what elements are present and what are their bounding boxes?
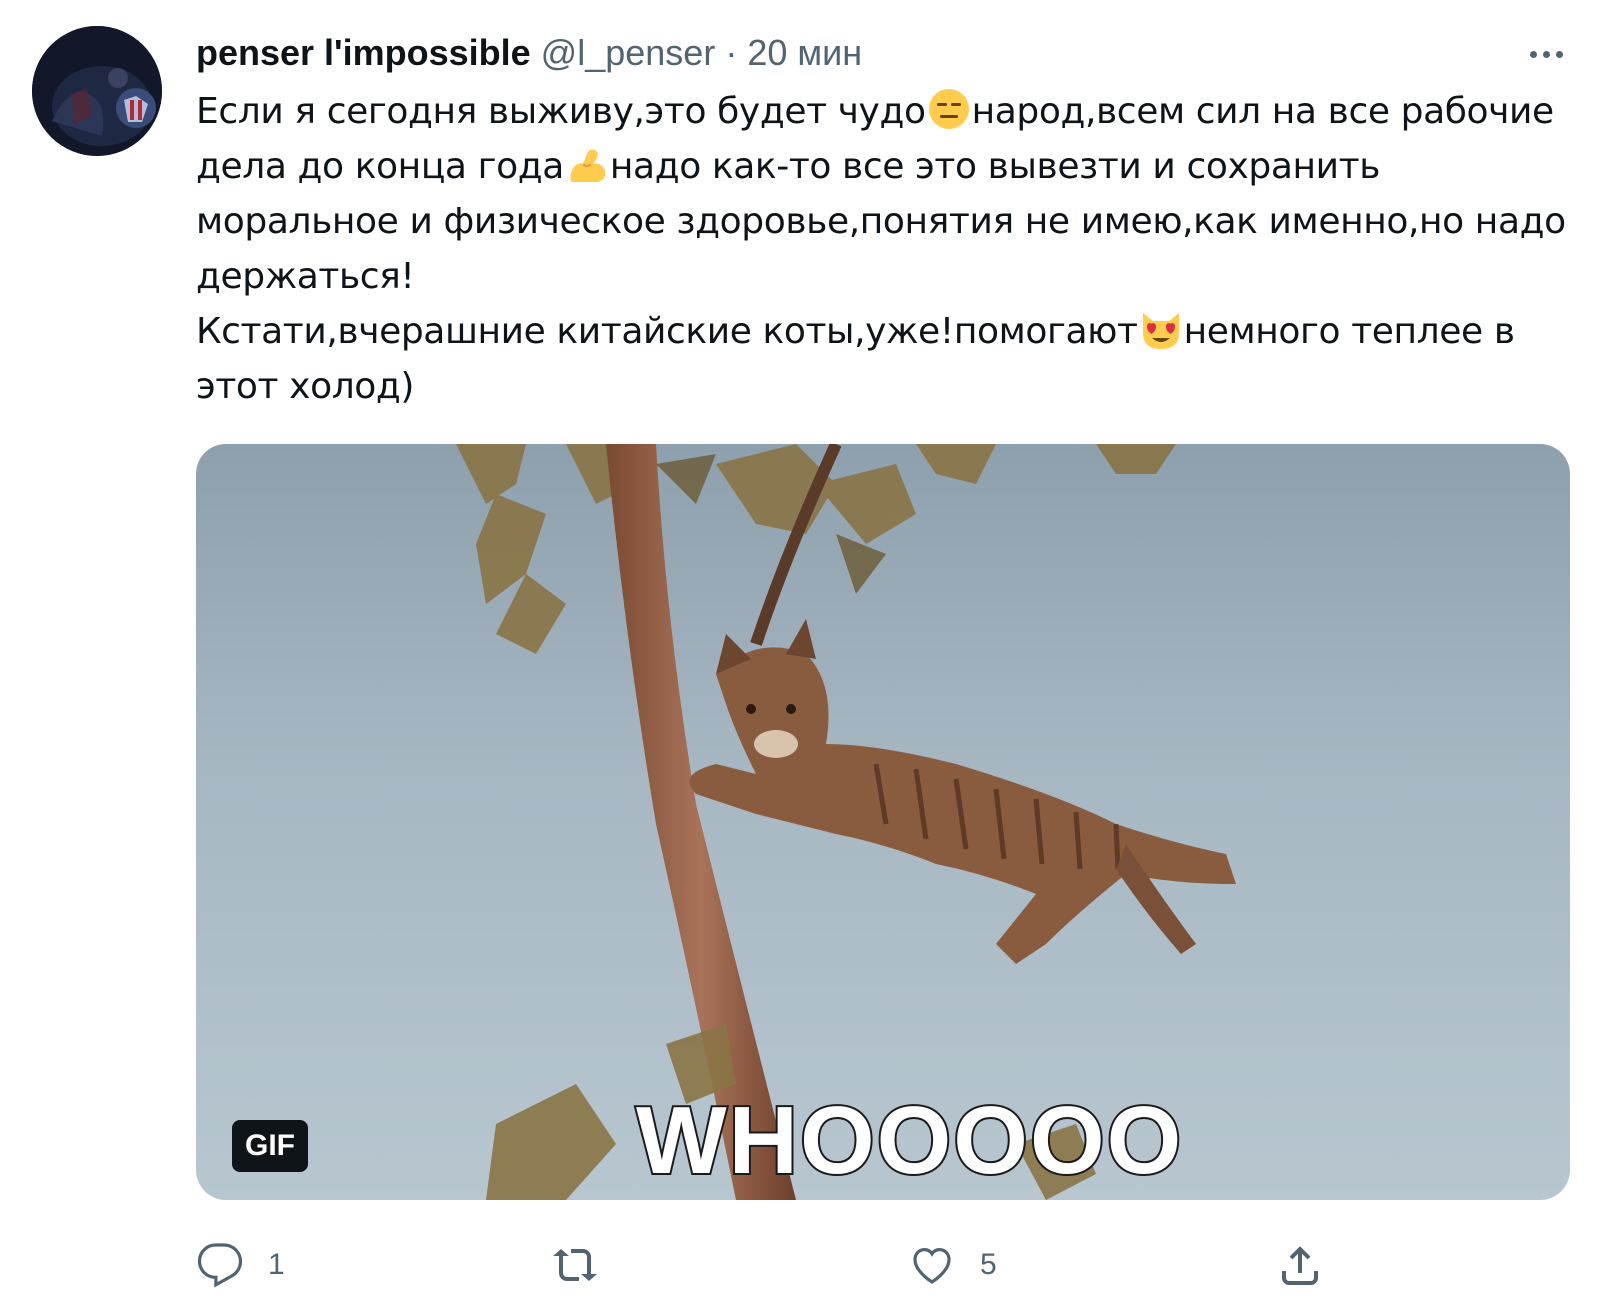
tweet-paragraph: Если я сегодня выживу,это будет чудо наро…	[196, 84, 1566, 304]
more-dot-icon	[1542, 50, 1550, 58]
like-count: 5	[980, 1248, 997, 1281]
more-dot-icon	[1529, 50, 1537, 58]
heart-icon	[913, 1247, 951, 1284]
gif-badge: GIF	[232, 1120, 308, 1172]
share-icon	[1282, 1246, 1318, 1285]
reply-icon	[197, 1243, 243, 1288]
display-name[interactable]: penser l'impossible	[196, 32, 531, 74]
gif-caption: WHOOOOO	[634, 1085, 1184, 1196]
timestamp[interactable]: 20 мин	[747, 32, 862, 74]
tweet[interactable]: penser l'impossible @l_penser · 20 мин Е…	[0, 0, 1600, 1298]
heart-eyes-cat-emoji	[1142, 313, 1179, 349]
tweet-text-segment: Кстати,вчерашние китайские коты,уже!помо…	[196, 311, 1138, 352]
tweet-text: Если я сегодня выживу,это будет чудо наро…	[196, 84, 1566, 414]
user-handle[interactable]: @l_penser	[541, 32, 716, 74]
tweet-text-segment: Если я сегодня выживу,это будет чудо	[196, 91, 926, 132]
avatar[interactable]	[32, 26, 162, 156]
avatar-image	[32, 26, 162, 156]
tweet-paragraph: Кстати,вчерашние китайские коты,уже!помо…	[196, 304, 1566, 414]
retweet-icon	[553, 1249, 597, 1281]
gif-media[interactable]: WHOOOOO GIF	[196, 444, 1570, 1200]
reply-count: 1	[268, 1248, 285, 1281]
more-options-button[interactable]	[1518, 36, 1574, 72]
tweet-actions: 1 5	[196, 1240, 1376, 1290]
flexed-biceps-emoji	[570, 149, 606, 182]
expressionless-face-emoji	[928, 89, 969, 129]
like-button[interactable]: 5	[908, 1240, 997, 1290]
separator-dot: ·	[725, 32, 738, 73]
more-dot-icon	[1555, 50, 1563, 58]
share-button[interactable]	[1276, 1240, 1324, 1290]
reply-button[interactable]: 1	[196, 1240, 285, 1290]
tweet-header: penser l'impossible @l_penser · 20 мин	[196, 28, 862, 78]
retweet-button[interactable]	[552, 1240, 624, 1290]
